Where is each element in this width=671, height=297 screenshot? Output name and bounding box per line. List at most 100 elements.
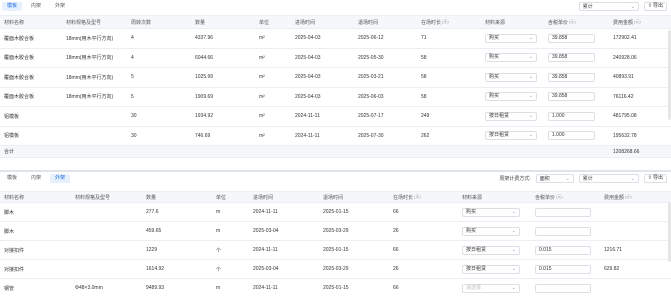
bottom-period-select[interactable]: 累计 ⌄ <box>578 174 639 183</box>
billing-method-select[interactable]: 面积 ⌄ <box>535 174 574 183</box>
table-cell: 按日租赁 ⌄ <box>485 107 545 126</box>
table-cell: 39.858 <box>548 49 603 68</box>
chevron-down-icon: ⌄ <box>511 284 516 291</box>
cell-value: 1025.99 <box>195 74 214 81</box>
source-select[interactable]: 按日租赁 ⌄ <box>485 111 537 121</box>
cell-value: 26 <box>393 228 399 234</box>
period-select[interactable]: 累计 ⌄ <box>578 2 639 11</box>
cell-value: 18mm(用木平行方向) <box>66 55 114 62</box>
table-cell: 76116.42 <box>613 88 668 107</box>
export-button[interactable]: ⇪ 导出 <box>643 2 667 11</box>
cell-value: m² <box>259 54 265 61</box>
unit-price-input[interactable]: 39.858 <box>548 92 595 102</box>
table-cell: 2024-11-11 <box>295 127 357 146</box>
table-cell: 2025-04-03 <box>295 68 357 87</box>
cell-value: 覆面木胶合板 <box>4 74 35 81</box>
tab-0[interactable]: 模板 <box>2 2 23 11</box>
cell-value: 2025-03-04 <box>253 228 279 234</box>
chevron-down-icon: ⌄ <box>528 132 533 139</box>
table-cell: 39.858 <box>548 68 603 87</box>
source-select-value: 购买 <box>489 54 500 61</box>
cell-value: 71 <box>421 35 427 42</box>
table-cell: 1229 <box>146 241 212 259</box>
table-row: 覆面木胶合板 18mm(用木平行方向) 4 6044.66 m² 2025-04-03 20… <box>0 49 671 68</box>
column-header: 退场时间 <box>323 192 391 202</box>
unit-price-input[interactable]: 0.015 <box>535 264 591 274</box>
bottom-export-button[interactable]: ⇪ 导出 <box>643 174 667 183</box>
table-cell: 钢管 <box>4 279 70 297</box>
bottom-table-header: 材料名称 材料规格及型号 数量 单位 进场时间 退场时间 在场时长 (天) 材料来源 含税单价 (元… <box>0 191 671 203</box>
column-header-label: 费用金额 <box>604 194 625 201</box>
table-cell: 2025-05-30 <box>358 49 420 68</box>
unit-price-input[interactable] <box>535 226 591 236</box>
source-select[interactable]: 按日租赁 ⌄ <box>485 131 537 141</box>
table-cell: 覆面木胶合板 <box>4 88 60 107</box>
cell-value: 195632.78 <box>613 132 637 139</box>
table-cell: 481795.08 <box>613 107 668 126</box>
tab-0[interactable]: 模板 <box>2 174 22 183</box>
cell-value: 240928.06 <box>613 54 637 61</box>
bottom-period-value: 累计 <box>582 176 593 182</box>
unit-price-value: 1.000 <box>552 112 565 119</box>
table-cell: 4 <box>131 29 191 48</box>
column-header: 材料名称 <box>4 192 70 202</box>
table-cell: 262 <box>421 127 481 146</box>
tab-1[interactable]: 内架 <box>26 2 46 11</box>
unit-price-input[interactable]: 1.000 <box>548 111 595 121</box>
column-header: 进场时间 <box>253 192 319 202</box>
source-select[interactable]: 购买 ⌄ <box>462 226 520 236</box>
table-cell <box>66 107 128 126</box>
unit-price-input[interactable] <box>535 207 591 217</box>
cell-value: 5 <box>131 74 134 81</box>
panel-scaffold: 模板 内架 外架 周架计费方式: 面积 ⌄ 累计 ⌄ ⇪ 导出 材料名称 材料规格及型… <box>0 172 671 297</box>
column-header-label: 进场时间 <box>253 194 274 201</box>
bottom-tab-bar: 模板 内架 外架 <box>2 174 71 183</box>
cell-value: 2025-03-29 <box>323 228 349 234</box>
cell-value: 覆面木胶合板 <box>4 94 35 101</box>
source-select[interactable]: 购买 ⌄ <box>485 33 537 43</box>
unit-price-input[interactable] <box>535 283 591 293</box>
unit-price-input[interactable]: 0.015 <box>535 245 591 255</box>
cell-value: 18mm(用木平行方向) <box>66 35 114 42</box>
table-cell: 购买 ⌄ <box>462 203 528 221</box>
source-select[interactable]: 购买 ⌄ <box>485 92 537 102</box>
source-select[interactable]: 购买 ⌄ <box>485 53 537 63</box>
unit-price-input[interactable]: 1.000 <box>548 131 595 141</box>
column-header: 材料来源 <box>485 16 545 28</box>
source-select[interactable]: 按日租赁 ⌄ <box>462 264 520 274</box>
source-select[interactable]: 按日租赁 ⌄ <box>462 245 520 255</box>
unit-price-input[interactable]: 39.858 <box>548 53 595 63</box>
source-select[interactable]: 购买 ⌄ <box>462 207 520 217</box>
chevron-down-icon: ⌄ <box>511 208 516 215</box>
table-cell <box>535 203 599 221</box>
column-header: 材料规格及型号 <box>66 16 128 28</box>
column-header: 数量 <box>146 192 212 202</box>
table-cell <box>75 260 145 278</box>
tab-2[interactable]: 外架 <box>50 2 70 11</box>
tab-2[interactable]: 外架 <box>50 174 71 183</box>
cell-value: 2025-03-29 <box>323 266 349 272</box>
table-cell <box>75 203 145 221</box>
unit-price-input[interactable]: 39.858 <box>548 72 595 82</box>
cell-value: 249 <box>421 113 430 120</box>
source-select[interactable]: 购买 ⌄ <box>485 72 537 82</box>
cell-value: 30 <box>131 132 137 139</box>
source-select[interactable]: 请选择 ⌄ <box>462 283 520 293</box>
table-cell: 2025-01-15 <box>323 241 391 259</box>
chevron-down-icon: ⌄ <box>528 34 533 41</box>
tab-1[interactable]: 内架 <box>26 174 46 183</box>
column-header-label: 含税单价 <box>535 194 556 201</box>
unit-price-input[interactable]: 39.858 <box>548 33 595 43</box>
table-cell: 5 <box>131 68 191 87</box>
table-cell: 66 <box>393 203 459 221</box>
cell-value: 铝模板 <box>4 133 20 140</box>
unit-price-value: 39.858 <box>552 34 568 41</box>
table-cell: 26 <box>393 222 459 240</box>
table-cell: 2025-01-15 <box>323 279 391 297</box>
table-row: 对接扣件 1229 个 2024-11-11 2025-01-15 66 按日租赁 ⌄ 0.01… <box>0 241 671 260</box>
table-cell: 0.015 <box>535 260 599 278</box>
table-cell: 18mm(用木平行方向) <box>66 49 128 68</box>
table-cell: 2024-11-11 <box>253 203 319 221</box>
chevron-down-icon: ⌄ <box>511 227 516 234</box>
column-header-label: 数量 <box>195 19 206 26</box>
